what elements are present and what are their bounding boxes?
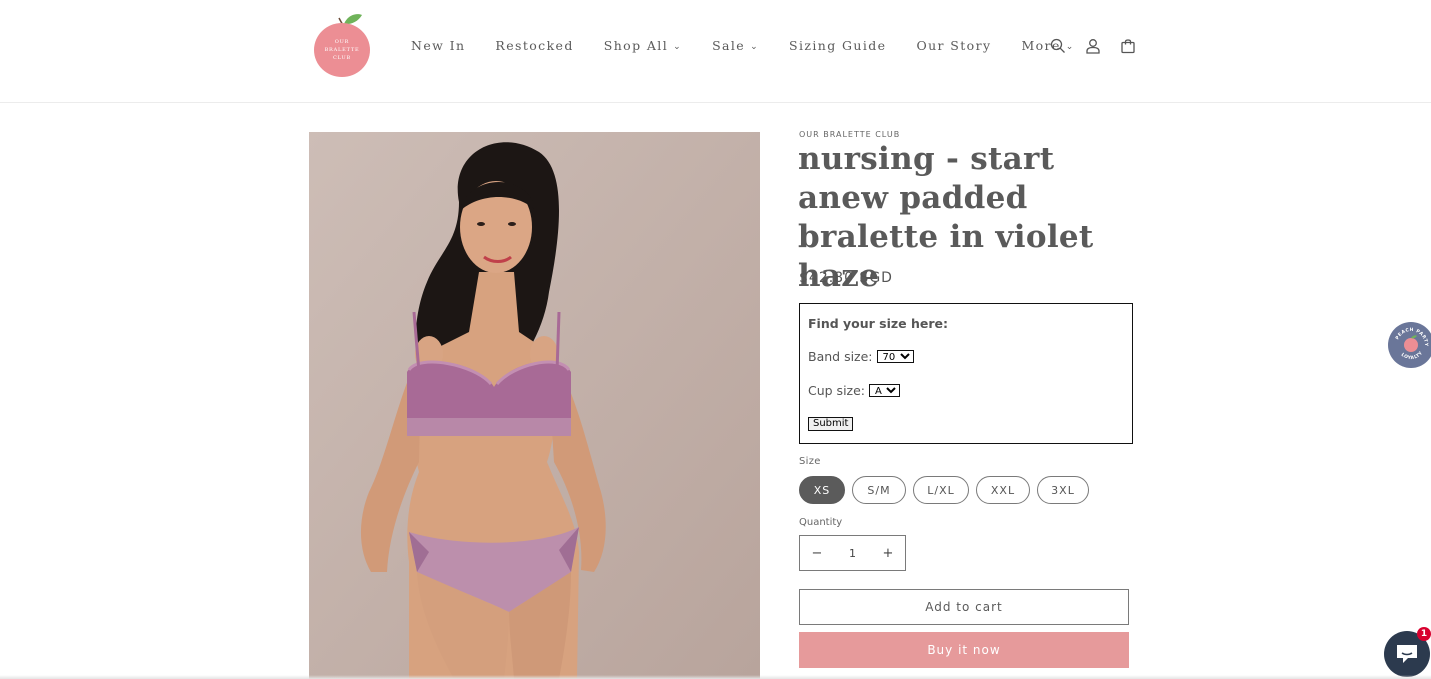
cup-size-select[interactable]: A: [869, 384, 901, 397]
header-icons: [1048, 36, 1138, 56]
cart-icon[interactable]: [1118, 36, 1138, 56]
nav-label: Sizing Guide: [789, 38, 887, 53]
bottom-shadow: [0, 675, 1431, 679]
loyalty-icon: PEACH PARTY LOYALTY: [1394, 327, 1428, 361]
size-option-3xl[interactable]: 3XL: [1037, 476, 1089, 504]
cup-size-label: Cup size:: [808, 383, 866, 398]
size-option-lxl[interactable]: L/XL: [913, 476, 969, 504]
search-icon[interactable]: [1048, 36, 1068, 56]
cup-size-row: Cup size: A: [808, 383, 901, 398]
nav-label: Sale: [712, 38, 746, 53]
nav-shop-all[interactable]: Shop All ⌄: [604, 38, 682, 53]
nav-label: Shop All: [603, 38, 669, 53]
size-finder-submit-button[interactable]: Submit: [808, 417, 854, 431]
logo-text-1: OUR: [335, 39, 349, 45]
brand-logo[interactable]: OUR BRALETTE CLUB: [312, 12, 372, 78]
product-price: $42.80 SGD: [799, 270, 893, 286]
logo-text-2: BRALETTE: [325, 47, 360, 53]
chevron-down-icon: ⌄: [750, 41, 760, 52]
band-size-select[interactable]: 70: [876, 350, 914, 363]
nav-label: New In: [411, 38, 466, 53]
band-size-row: Band size: 70: [808, 349, 914, 364]
size-finder-box: Find your size here: Band size: 70 Cup s…: [799, 303, 1133, 444]
product-image[interactable]: [309, 132, 760, 679]
quantity-increase-button[interactable]: +: [871, 536, 905, 570]
chat-notification-badge: 1: [1417, 627, 1431, 641]
quantity-decrease-button[interactable]: −: [800, 536, 834, 570]
nav-label: Our Story: [916, 38, 992, 53]
account-icon[interactable]: [1083, 36, 1103, 56]
size-option-sm[interactable]: S/M: [852, 476, 906, 504]
nav-our-story[interactable]: Our Story: [916, 38, 991, 53]
loyalty-widget-button[interactable]: PEACH PARTY LOYALTY: [1388, 322, 1431, 368]
size-label: Size: [799, 456, 821, 467]
size-options: XS S/M L/XL XXL 3XL: [799, 476, 1089, 504]
nav-label: Restocked: [495, 38, 574, 53]
size-option-xs[interactable]: XS: [799, 476, 845, 504]
nav-sale[interactable]: Sale ⌄: [712, 38, 759, 53]
nav-restocked[interactable]: Restocked: [495, 38, 573, 53]
quantity-input[interactable]: 1: [849, 547, 856, 560]
nav-new-in[interactable]: New In: [411, 38, 465, 53]
chevron-down-icon: ⌄: [673, 41, 683, 52]
main-nav: New In Restocked Shop All ⌄ Sale ⌄ Sizing …: [411, 38, 1105, 53]
buy-now-button[interactable]: Buy it now: [799, 632, 1129, 668]
product-vendor: OUR BRALETTE CLUB: [799, 130, 901, 139]
quantity-stepper: − 1 +: [799, 535, 906, 571]
add-to-cart-button[interactable]: Add to cart: [799, 589, 1129, 625]
band-size-label: Band size:: [808, 349, 873, 364]
size-option-xxl[interactable]: XXL: [976, 476, 1030, 504]
chat-bubble-icon: [1397, 645, 1417, 663]
size-finder-heading: Find your size here:: [808, 316, 949, 331]
logo-text-3: CLUB: [333, 55, 351, 61]
nav-sizing-guide[interactable]: Sizing Guide: [789, 38, 886, 53]
site-header: OUR BRALETTE CLUB New In Restocked Shop …: [0, 0, 1431, 103]
quantity-label: Quantity: [799, 517, 843, 528]
